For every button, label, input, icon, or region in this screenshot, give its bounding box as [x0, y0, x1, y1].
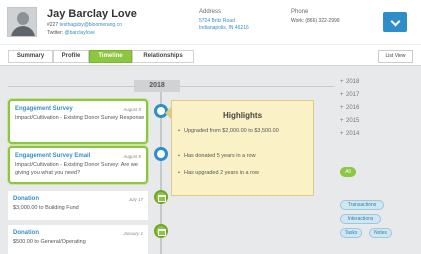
constituent-id: #227: [47, 22, 59, 28]
card-date: July 17: [128, 197, 143, 202]
timeline-card[interactable]: Engagement Survey August 8 Impact/Cultiv…: [8, 99, 148, 144]
gift-icon: [154, 224, 168, 238]
highlight-item: Upgraded from $2,000.00 to $3,500.00: [178, 127, 308, 135]
year-filter-2014[interactable]: 2014: [340, 131, 359, 144]
year-filter-2016[interactable]: 2016: [340, 105, 359, 118]
card-body: $500.00 to General/Operating: [13, 239, 86, 245]
email-link[interactable]: testhagsby@bloomerang.co: [60, 22, 122, 28]
tab-summary[interactable]: Summary: [8, 50, 53, 63]
phone-work: Work: (866) 322-2999: [291, 18, 340, 24]
id-email-line: #227 testhagsby@bloomerang.co: [47, 22, 122, 28]
gift-icon: [154, 190, 168, 204]
chevron-down-icon[interactable]: [383, 12, 407, 32]
year-filter-2017[interactable]: 2017: [340, 92, 359, 105]
tab-relationships[interactable]: Relationships: [132, 50, 194, 63]
card-body: Impact/Cultivation - Existing Donor Surv…: [15, 162, 138, 176]
card-title[interactable]: Donation: [13, 196, 39, 202]
constituent-name: Jay Barclay Love: [47, 8, 137, 20]
phone-label: Phone: [291, 9, 309, 15]
filter-transactions[interactable]: Transactions: [340, 200, 384, 210]
card-date: January 1: [123, 231, 143, 236]
highlight-item: Has donated 5 years in a row: [178, 152, 308, 160]
avatar-body: [11, 26, 35, 36]
twitter-link[interactable]: @barclaylove: [65, 30, 95, 36]
card-body: $3,000.00 to Building Fund: [13, 205, 79, 211]
address-label: Address: [199, 9, 222, 15]
timeline-card[interactable]: Donation January 1 $500.00 to General/Op…: [8, 225, 148, 254]
twitter-label: Twitter:: [47, 30, 64, 36]
tab-timeline[interactable]: Timeline: [89, 50, 132, 63]
avatar: [7, 7, 37, 37]
card-title[interactable]: Donation: [13, 230, 39, 236]
card-date: August 8: [123, 154, 141, 159]
year-filter-2018[interactable]: 2018: [340, 79, 359, 92]
filter-notes[interactable]: Notes: [369, 228, 392, 238]
year-filter-list: 2018 2017 2016 2015 2014: [340, 79, 359, 144]
highlight-item: Has upgraded 2 years in a row: [178, 169, 308, 177]
timeline-card[interactable]: Donation July 17 $3,000.00 to Building F…: [8, 191, 148, 220]
timeline-card[interactable]: Engagement Survey Email August 8 Impact/…: [8, 146, 148, 184]
card-date: August 8: [123, 107, 141, 112]
filter-all[interactable]: All: [340, 167, 356, 177]
filter-interactions[interactable]: Interactions: [340, 214, 381, 224]
card-body: Impact/Cultivation - Existing Donor Surv…: [15, 115, 145, 121]
highlights-panel: Highlights Upgraded from $2,000.00 to $3…: [165, 100, 314, 196]
card-title[interactable]: Engagement Survey Email: [15, 153, 90, 159]
filter-tasks[interactable]: Tasks: [340, 228, 362, 238]
avatar-head: [17, 12, 29, 25]
tab-profile[interactable]: Profile: [53, 50, 89, 63]
list-view-button[interactable]: List View: [378, 50, 413, 63]
speech-bubble-icon: [154, 147, 168, 161]
twitter-line: Twitter: @barclaylove: [47, 30, 95, 36]
year-header: 2018: [134, 80, 180, 92]
address-line-2[interactable]: Indianapolis, IN 46216: [199, 25, 249, 31]
tab-bar: Summary Profile Timeline Relationships L…: [0, 44, 421, 66]
year-filter-2015[interactable]: 2015: [340, 118, 359, 131]
constituent-header: Jay Barclay Love #227 testhagsby@bloomer…: [0, 0, 421, 44]
card-title[interactable]: Engagement Survey: [15, 106, 73, 112]
address-line-1[interactable]: 5724 Britz Road: [199, 18, 235, 24]
highlights-title: Highlights: [222, 111, 263, 120]
